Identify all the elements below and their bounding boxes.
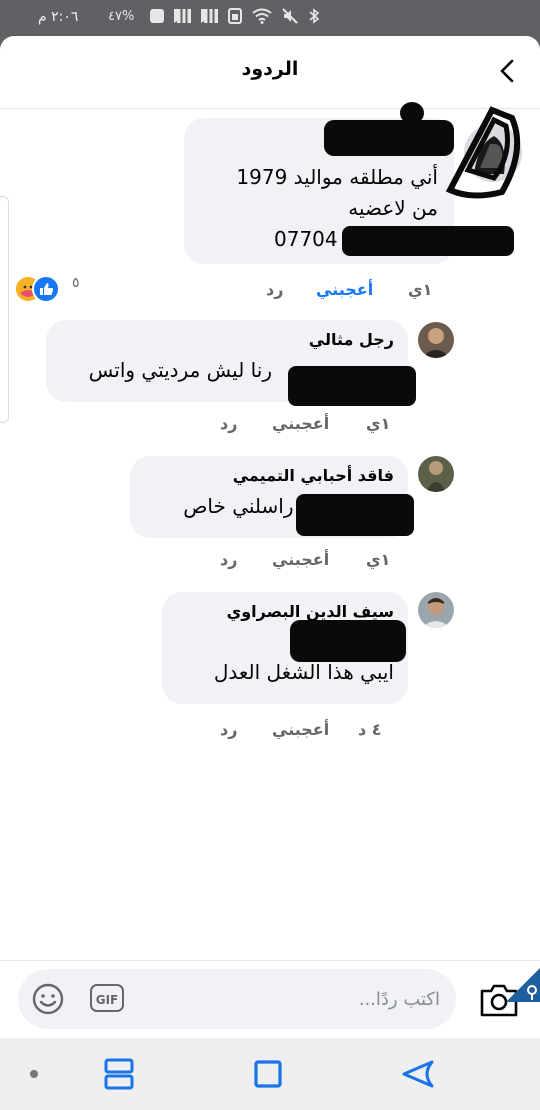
status-time: ٢:٠٦ م — [38, 9, 79, 25]
chevron-left-icon[interactable] — [492, 56, 522, 86]
nav-dot-icon — [30, 1070, 38, 1078]
like-button[interactable]: أعجبني — [316, 280, 373, 299]
redaction-mark — [296, 494, 414, 536]
side-panel-edge — [0, 196, 9, 423]
mute-icon — [282, 8, 298, 24]
battery-percent: %٤٧ — [108, 9, 135, 24]
home-square-icon[interactable] — [248, 1054, 288, 1094]
gif-button[interactable]: GIF — [90, 984, 124, 1012]
wifi-icon — [252, 8, 272, 24]
avatar-image — [418, 322, 454, 358]
comment-line-1: أني مطلقه مواليد 1979 — [236, 165, 438, 189]
redaction-mark — [400, 102, 424, 124]
back-triangle-icon[interactable] — [398, 1054, 438, 1094]
reply-button[interactable]: رد — [220, 720, 237, 739]
page-title: الردود — [241, 58, 299, 80]
like-reaction-icon — [32, 275, 60, 303]
comment-time: ١ي — [408, 280, 433, 299]
key-icon[interactable] — [506, 968, 540, 1002]
reaction-summary[interactable]: ٥ — [14, 273, 84, 303]
header: الردود — [0, 36, 540, 109]
reply-composer-area: GIF — [0, 960, 540, 1038]
avatar[interactable] — [418, 456, 454, 492]
reply-time: ٤ د — [358, 720, 382, 739]
battery-icon — [150, 9, 164, 23]
status-icons — [150, 8, 320, 24]
reply-time: ١ي — [366, 550, 391, 569]
like-button[interactable]: أعجبني — [272, 414, 329, 433]
reply-input[interactable] — [168, 983, 442, 1015]
reply-button[interactable]: رد — [266, 280, 283, 299]
reply-author[interactable]: سيف الدين البصراوي — [176, 602, 394, 621]
avatar-image — [418, 592, 454, 628]
avatar[interactable] — [418, 592, 454, 628]
reply-text-body: راسلني خاص — [183, 494, 294, 518]
like-button[interactable]: أعجبني — [272, 720, 329, 739]
reply-button[interactable]: رد — [220, 550, 237, 569]
replies-sheet: الردود أني مطلقه مواليد 1979 من لاعضيه 0… — [0, 36, 540, 1038]
comment-line-2: من لاعضيه — [348, 196, 438, 220]
scribble-mark — [445, 106, 521, 199]
reply-button[interactable]: رد — [220, 414, 237, 433]
reply-author[interactable]: رجل مثالي — [60, 330, 394, 349]
avatar[interactable] — [418, 322, 454, 358]
reply-actions: ١ي أعجبني رد — [210, 550, 410, 574]
comment-actions: ١ي أعجبني رد — [260, 280, 460, 304]
signal-icon — [174, 9, 191, 23]
reply-actions: ٤ د أعجبني رد — [210, 720, 410, 744]
redaction-mark — [290, 620, 406, 662]
reply-composer: GIF — [18, 969, 456, 1029]
reply-time: ١ي — [366, 414, 391, 433]
system-nav-bar — [0, 1038, 540, 1110]
reaction-count: ٥ — [72, 275, 80, 291]
redaction-mark — [288, 366, 416, 406]
smiley-icon[interactable] — [30, 981, 66, 1017]
signal-2-icon — [201, 9, 218, 23]
redaction-mark — [342, 226, 514, 256]
like-button[interactable]: أعجبني — [272, 550, 329, 569]
sim-icon — [228, 8, 242, 24]
reply-author[interactable]: فاقد أحبابي التميمي — [144, 466, 394, 485]
bluetooth-icon — [309, 8, 320, 24]
status-bar: ٢:٠٦ م %٤٧ — [0, 0, 540, 36]
avatar-image — [418, 456, 454, 492]
recent-apps-icon[interactable] — [100, 1054, 140, 1094]
reply-actions: ١ي أعجبني رد — [210, 414, 410, 438]
